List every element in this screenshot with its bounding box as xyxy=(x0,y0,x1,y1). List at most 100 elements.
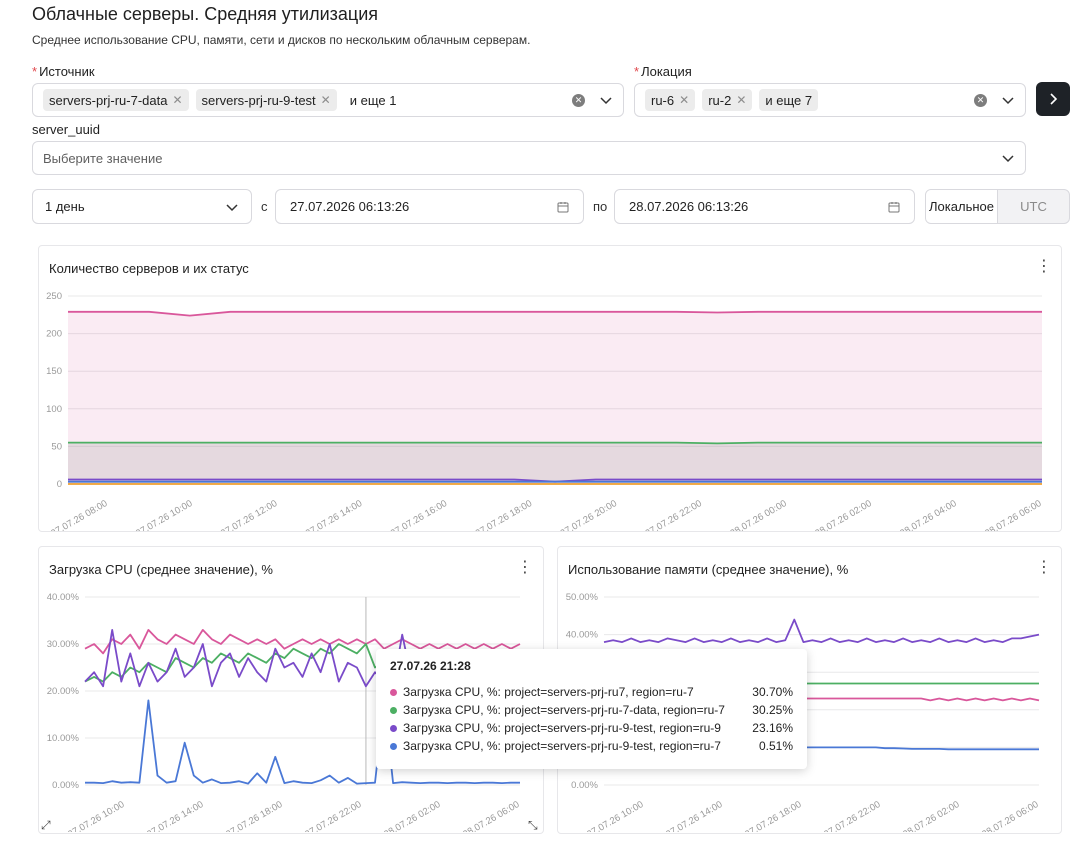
remove-tag-icon[interactable]: ✕ xyxy=(736,93,746,107)
series-color-dot xyxy=(390,706,397,714)
period-value: 1 день xyxy=(45,199,85,214)
x-tick-label: 27.07.26 14:00 xyxy=(145,799,205,832)
x-tick-label: 28.07.26 02:00 xyxy=(901,799,961,832)
calendar-icon[interactable] xyxy=(888,201,900,213)
remove-tag-icon[interactable]: ✕ xyxy=(172,93,182,107)
x-tick-label: 27.07.26 20:00 xyxy=(559,498,619,531)
tooltip-series-value: 23.16% xyxy=(752,721,793,735)
circle-x-icon[interactable]: ✕ xyxy=(572,93,585,107)
server-uuid-label: server_uuid xyxy=(32,122,100,137)
period-select[interactable]: 1 день xyxy=(32,189,252,224)
x-tick-label: 28.07.26 04:00 xyxy=(898,498,958,531)
tooltip-series-value: 30.25% xyxy=(752,703,793,717)
y-tick-label: 10.00% xyxy=(47,733,80,744)
x-tick-label: 27.07.26 18:00 xyxy=(224,799,284,832)
tooltip-series-name: Загрузка CPU, %: project=servers-prj-ru-… xyxy=(403,721,721,735)
date-to-value: 28.07.2026 06:13:26 xyxy=(629,199,749,214)
chevron-down-icon[interactable] xyxy=(1001,151,1015,165)
tooltip-series-value: 30.70% xyxy=(752,685,793,699)
x-tick-label: 27.07.26 16:00 xyxy=(389,498,449,531)
required-marker: * xyxy=(634,64,640,79)
source-tag: servers-prj-ru-7-data ✕ xyxy=(43,89,189,111)
x-tick-label: 28.07.26 06:00 xyxy=(980,799,1040,832)
chevron-down-icon[interactable] xyxy=(225,200,239,214)
source-select[interactable]: servers-prj-ru-7-data ✕ servers-prj-ru-9-… xyxy=(32,83,624,117)
from-label: с xyxy=(261,199,268,214)
apply-filters-button[interactable] xyxy=(1036,82,1070,116)
chevron-down-icon[interactable] xyxy=(1001,93,1015,107)
purple-series-line xyxy=(603,618,1040,643)
tooltip-row: Загрузка CPU, %: project=servers-prj-ru-… xyxy=(390,737,793,755)
x-tick-label: 27.07.26 14:00 xyxy=(664,799,724,832)
x-tick-label: 28.07.26 06:00 xyxy=(983,498,1043,531)
x-tick-label: 27.07.26 10:00 xyxy=(66,799,126,832)
x-tick-label: 27.07.26 22:00 xyxy=(643,498,703,531)
location-more[interactable]: и еще 7 xyxy=(759,89,819,111)
x-tick-label: 27.07.26 10:00 xyxy=(585,799,645,832)
tooltip-series-value: 0.51% xyxy=(758,739,793,753)
y-tick-label: 50 xyxy=(51,441,62,452)
green-series-area xyxy=(68,442,1042,484)
y-tick-label: 20.00% xyxy=(47,686,80,697)
calendar-icon[interactable] xyxy=(557,201,569,213)
required-marker: * xyxy=(32,64,38,79)
date-from-value: 27.07.2026 06:13:26 xyxy=(290,199,410,214)
timezone-toggle: Локальное UTC xyxy=(925,189,1070,224)
date-from-input[interactable]: 27.07.2026 06:13:26 xyxy=(275,189,584,224)
tooltip-series-name: Загрузка CPU, %: project=servers-prj-ru-… xyxy=(403,703,725,717)
x-tick-label: 27.07.26 22:00 xyxy=(822,799,882,832)
x-tick-label: 27.07.26 22:00 xyxy=(303,799,363,832)
chart-title: Использование памяти (среднее значение),… xyxy=(568,562,849,577)
location-select[interactable]: ru-6 ✕ ru-2 ✕ и еще 7 ✕ xyxy=(634,83,1026,117)
y-tick-label: 30.00% xyxy=(47,639,80,650)
location-tag: ru-2 ✕ xyxy=(702,89,753,111)
y-tick-label: 50.00% xyxy=(566,592,599,603)
servers-status-chart: 250 200 150 100 50 0 27.07.26 08:00 27.07.26 10… xyxy=(46,291,1043,531)
kebab-menu-icon[interactable]: ⋮ xyxy=(1036,560,1052,576)
tooltip-rows: Загрузка CPU, %: project=servers-prj-ru7… xyxy=(390,683,793,755)
y-tick-label: 0.00% xyxy=(52,780,79,791)
x-tick-label: 27.07.26 12:00 xyxy=(219,498,279,531)
y-tick-label: 150 xyxy=(46,366,62,377)
diagonal-arrows-icon[interactable]: ⤡ xyxy=(528,818,538,833)
server-uuid-placeholder: Выберите значение xyxy=(43,150,163,166)
remove-tag-icon[interactable]: ✕ xyxy=(321,93,331,107)
circle-x-icon[interactable]: ✕ xyxy=(974,93,987,107)
page-title: Облачные серверы. Средняя утилизация xyxy=(32,4,379,24)
tooltip-series-name: Загрузка CPU, %: project=servers-prj-ru-… xyxy=(403,739,721,753)
tooltip-time: 27.07.26 21:28 xyxy=(390,659,471,673)
y-tick-label: 40.00% xyxy=(47,592,80,603)
to-label: по xyxy=(593,199,608,214)
kebab-menu-icon[interactable]: ⋮ xyxy=(1036,259,1052,275)
y-tick-label: 0 xyxy=(57,479,62,490)
tz-utc-button[interactable]: UTC xyxy=(998,190,1069,223)
series-color-dot xyxy=(390,724,397,732)
location-tag: ru-6 ✕ xyxy=(645,89,696,111)
x-tick-label: 28.07.26 06:00 xyxy=(461,799,521,832)
chart-tooltip: 27.07.26 21:28 Загрузка CPU, %: project=… xyxy=(376,649,807,769)
diagonal-arrows-icon[interactable]: ⤢ xyxy=(41,818,51,833)
date-to-input[interactable]: 28.07.2026 06:13:26 xyxy=(614,189,915,224)
chevron-right-icon xyxy=(1050,93,1058,105)
x-tick-label: 28.07.26 02:00 xyxy=(813,498,873,531)
chevron-down-icon[interactable] xyxy=(599,93,613,107)
server-uuid-select[interactable]: Выберите значение xyxy=(32,141,1026,175)
y-tick-label: 0.00% xyxy=(571,780,598,791)
green-series-line xyxy=(68,441,1042,445)
page-subtitle: Среднее использование CPU, памяти, сети … xyxy=(32,33,531,47)
chart-title: Количество серверов и их статус xyxy=(49,261,249,276)
x-tick-label: 27.07.26 18:00 xyxy=(743,799,803,832)
chart-title: Загрузка CPU (среднее значение), % xyxy=(49,562,273,577)
x-tick-label: 28.07.26 00:00 xyxy=(728,498,788,531)
y-tick-label: 250 xyxy=(46,291,62,302)
location-label: * Локация xyxy=(634,64,692,79)
source-label: * Источник xyxy=(32,64,95,79)
tz-local-button[interactable]: Локальное xyxy=(926,190,998,223)
source-more[interactable]: и еще 1 xyxy=(350,93,397,108)
kebab-menu-icon[interactable]: ⋮ xyxy=(517,560,533,576)
x-tick-label: 27.07.26 10:00 xyxy=(134,498,194,531)
series-color-dot xyxy=(390,742,397,750)
tooltip-row: Загрузка CPU, %: project=servers-prj-ru-… xyxy=(390,719,793,737)
remove-tag-icon[interactable]: ✕ xyxy=(679,93,689,107)
series-color-dot xyxy=(390,688,397,696)
